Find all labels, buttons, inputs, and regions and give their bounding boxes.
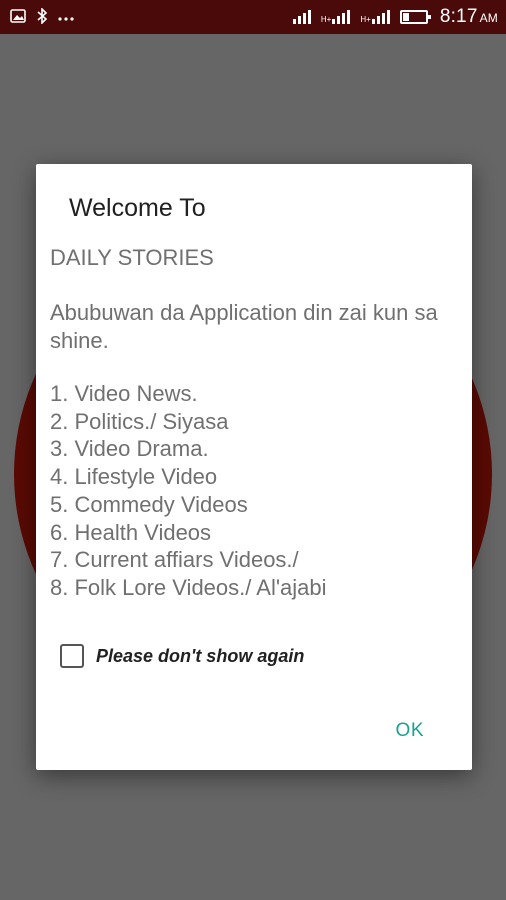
network-label-1: H+ [320,15,332,24]
image-icon [10,8,26,26]
dialog-title: Welcome To [69,194,206,222]
welcome-dialog: Welcome To DAILY STORIES Abubuwan da App… [36,164,472,770]
list-item: 4. Lifestyle Video [50,464,218,490]
battery-icon [399,10,431,24]
network-label-2: H+ [360,15,371,24]
signal-icon-3 [371,10,390,24]
bluetooth-icon [36,6,48,27]
list-item: 6. Health Videos [50,519,212,545]
status-bar: H+ H+ 8:17 AM [0,0,506,34]
clock-time: 8:17 [439,6,478,27]
list-item: 8. Folk Lore Videos./ Al'ajabi [50,574,327,600]
list-item: 2. Politics./ Siyasa [50,408,229,434]
dont-show-again-option[interactable]: Please don't show again [60,644,304,668]
clock-ampm: AM [479,11,498,25]
more-icon [58,10,74,25]
app-name: DAILY STORIES [50,245,214,270]
signal-icon-2 [332,10,351,24]
dont-show-again-checkbox[interactable] [60,644,84,668]
feature-list: 1. Video News. 2. Politics./ Siyasa 3. V… [50,380,460,602]
network-1: H+ [320,10,351,24]
status-right-icons: H+ H+ 8:17 AM [292,6,498,28]
list-item: 1. Video News. [50,381,198,406]
signal-icon [292,10,311,24]
clock: 8:17 AM [440,6,498,28]
list-item: 5. Commedy Videos [50,491,248,517]
ok-button[interactable]: OK [396,720,424,742]
dialog-message: DAILY STORIES Abubuwan da Application di… [50,244,460,602]
intro-text: Abubuwan da Application din zai kun sa s… [50,300,438,353]
dont-show-again-label[interactable]: Please don't show again [96,646,304,667]
status-left-icons [10,6,74,27]
list-item: 3. Video Drama. [50,436,209,462]
network-2: H+ [360,10,390,24]
list-item: 7. Current affiars Videos./ [50,547,299,573]
